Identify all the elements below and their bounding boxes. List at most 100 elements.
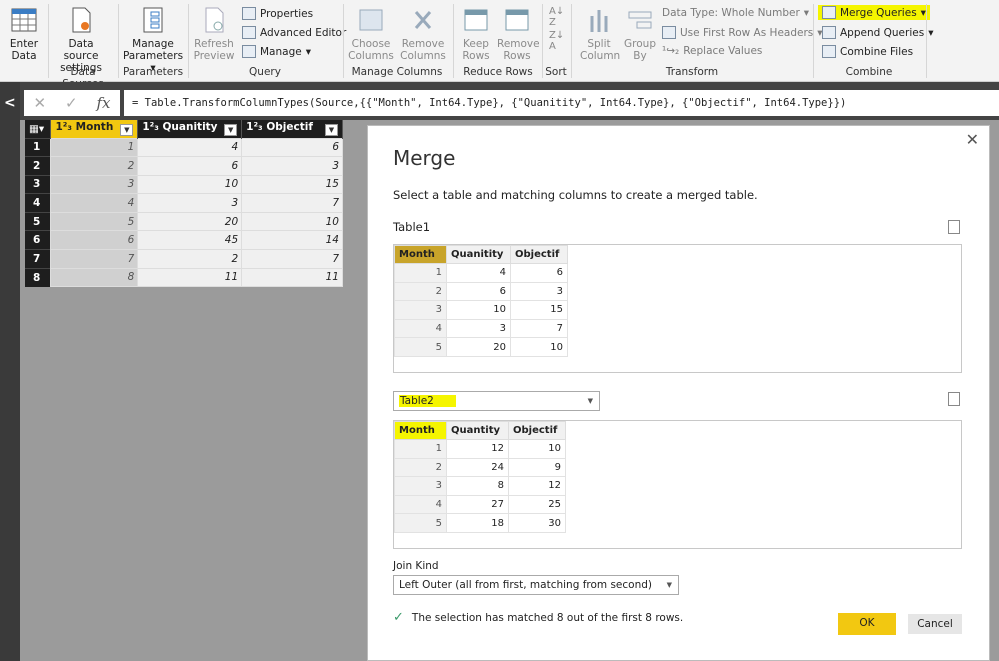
cell: 20 xyxy=(446,337,511,357)
column-header-month[interactable]: Month xyxy=(394,421,447,440)
formula-input[interactable]: = Table.TransformColumnTypes(Source,{{"M… xyxy=(124,90,999,116)
cell: 2 xyxy=(394,457,447,478)
checkmark-icon: ✓ xyxy=(393,610,404,625)
column-header[interactable]: Quanitity xyxy=(446,245,511,264)
cell: 5 xyxy=(394,337,447,357)
column-header[interactable]: Quantity xyxy=(446,421,509,440)
advanced-editor-button[interactable]: Advanced Editor xyxy=(242,26,346,39)
cell[interactable]: 11 xyxy=(137,267,243,288)
column-header[interactable]: Objectif xyxy=(508,421,566,440)
sort-ascending-icon[interactable]: A↓ Z xyxy=(549,6,564,28)
cell[interactable]: 2 xyxy=(137,249,243,269)
cell[interactable]: 45 xyxy=(137,230,243,251)
split-column-icon xyxy=(590,10,608,32)
use-first-row-headers-button[interactable]: Use First Row As Headers ▾ xyxy=(662,26,823,39)
settings-file-icon xyxy=(72,7,91,33)
cell[interactable]: 11 xyxy=(241,267,343,288)
properties-button[interactable]: Properties xyxy=(242,7,313,20)
cell[interactable]: 6 xyxy=(241,137,343,158)
cell[interactable]: 2 xyxy=(50,156,139,176)
manage-button[interactable]: Manage ▾ xyxy=(242,45,311,58)
cancel-formula-icon[interactable]: ✕ xyxy=(33,94,46,112)
refresh-icon[interactable] xyxy=(948,392,960,406)
cancel-button[interactable]: Cancel xyxy=(908,614,962,634)
cell[interactable]: 1 xyxy=(50,137,139,158)
keep-rows-button[interactable]: Keep Rows xyxy=(458,6,494,62)
table-row: 3 8 12 xyxy=(394,476,566,496)
table-row: 437 xyxy=(394,318,568,339)
cell: 3 xyxy=(394,476,447,496)
column-header[interactable]: Objectif xyxy=(510,245,568,264)
column-header-month[interactable]: 1²₃ Month ▼ xyxy=(50,120,139,138)
cell: 4 xyxy=(446,263,511,283)
cell[interactable]: 5 xyxy=(50,211,139,232)
cell[interactable]: 7 xyxy=(241,249,343,269)
cell[interactable]: 4 xyxy=(50,193,139,213)
table-row: 5 20 10 xyxy=(394,337,568,357)
filter-dropdown-icon[interactable]: ▼ xyxy=(224,124,238,137)
ok-button[interactable]: OK xyxy=(838,613,896,635)
cell: 6 xyxy=(510,263,568,283)
cell[interactable]: 15 xyxy=(241,174,343,195)
remove-columns-button[interactable]: Remove Columns xyxy=(400,6,446,62)
split-column-button[interactable]: Split Column xyxy=(580,6,620,62)
cell[interactable]: 3 xyxy=(50,174,139,195)
cell: 4 xyxy=(394,494,447,515)
confirm-formula-icon[interactable]: ✓ xyxy=(65,94,78,112)
group-label-manage-columns: Manage Columns xyxy=(351,66,443,78)
match-status: ✓ The selection has matched 8 out of the … xyxy=(393,610,684,625)
refresh-icon[interactable] xyxy=(948,220,960,234)
table2-select[interactable]: Table2 ▼ xyxy=(393,391,600,411)
cell: 24 xyxy=(446,457,509,478)
append-queries-button[interactable]: Append Queries ▾ xyxy=(822,26,933,39)
cell[interactable]: 7 xyxy=(50,249,139,269)
table-row: 4437 xyxy=(25,193,343,213)
cell[interactable]: 7 xyxy=(241,193,343,213)
parameters-icon xyxy=(143,7,163,33)
data-source-settings-button[interactable]: Data source settings xyxy=(50,6,112,74)
column-header-month[interactable]: Month xyxy=(394,245,447,264)
choose-columns-button[interactable]: Choose Columns xyxy=(347,6,395,62)
remove-rows-icon xyxy=(505,9,529,31)
table-menu-icon[interactable]: ▦▾ xyxy=(25,120,52,138)
combine-files-button[interactable]: Combine Files xyxy=(822,45,913,58)
column-header-objectif[interactable]: 1²₃ Objectif ▼ xyxy=(241,120,343,138)
cell: 27 xyxy=(446,494,509,515)
remove-rows-button[interactable]: Remove Rows xyxy=(497,6,540,62)
filter-dropdown-icon[interactable]: ▼ xyxy=(325,124,338,137)
cell: 12 xyxy=(508,476,566,496)
cell: 2 xyxy=(394,281,447,302)
cell[interactable]: 20 xyxy=(137,211,243,232)
merge-queries-button[interactable]: Merge Queries ▾ xyxy=(818,5,930,20)
column-header-quanitity[interactable]: 1²₃ Quanitity ▼ xyxy=(137,120,243,138)
join-kind-select[interactable]: Left Outer (all from first, matching fro… xyxy=(393,575,679,595)
group-label-reduce-rows: Reduce Rows xyxy=(463,66,533,78)
expand-queries-icon[interactable]: < xyxy=(4,95,16,111)
cell[interactable]: 14 xyxy=(241,230,343,251)
group-by-button[interactable]: Group By xyxy=(624,6,656,62)
manage-parameters-button[interactable]: Manage Parameters ▾ xyxy=(122,6,184,74)
row-number: 5 xyxy=(25,211,51,231)
fx-icon[interactable]: fx xyxy=(97,94,111,112)
filter-dropdown-icon[interactable]: ▼ xyxy=(120,124,134,137)
table-icon xyxy=(11,8,37,32)
cell[interactable]: 8 xyxy=(50,267,139,288)
refresh-preview-button[interactable]: Refresh Preview xyxy=(192,6,236,62)
group-label-parameters: Parameters xyxy=(122,66,184,78)
cell[interactable]: 10 xyxy=(241,211,343,232)
cell[interactable]: 3 xyxy=(241,156,343,176)
cell[interactable]: 3 xyxy=(137,193,243,213)
cell[interactable]: 6 xyxy=(50,230,139,251)
cell[interactable]: 10 xyxy=(137,174,243,195)
data-type-dropdown[interactable]: Data Type: Whole Number ▾ xyxy=(662,7,809,19)
enter-data-button[interactable]: Enter Data xyxy=(6,6,42,62)
cell[interactable]: 4 xyxy=(137,137,243,158)
close-icon[interactable]: ✕ xyxy=(966,130,979,149)
merge-icon xyxy=(822,6,836,19)
cell[interactable]: 6 xyxy=(137,156,243,176)
keep-rows-icon xyxy=(464,9,488,31)
replace-values-button[interactable]: ¹↪₂ Replace Values xyxy=(662,45,762,57)
sort-descending-icon[interactable]: Z↓ A xyxy=(549,30,564,52)
table-row: 8 8 11 11 xyxy=(25,267,343,288)
table-row: 4 27 25 xyxy=(394,494,566,515)
